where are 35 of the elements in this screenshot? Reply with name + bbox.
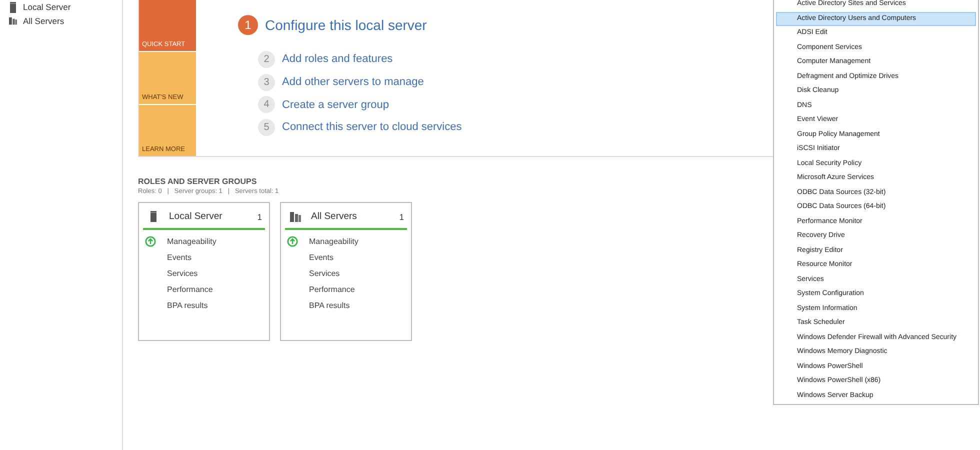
servers-icon [290,212,301,222]
server-count: 1 [399,212,404,222]
section-title: ROLES AND SERVER GROUPS [138,177,257,186]
tile-link[interactable]: Events [309,253,334,262]
server-icon [9,2,17,12]
tile-title: Local Server [169,211,224,222]
tile-link[interactable]: Manageability [167,237,216,246]
up-arrow-icon [145,236,156,248]
server-count: 1 [257,212,262,222]
step-link[interactable]: Configure this local server [265,17,427,33]
step-number: 1 [238,15,258,35]
step-number: 3 [258,74,275,91]
server-group-tile[interactable]: Local Server 1 Manageability Events Services Performance BPA results [138,202,270,341]
sidebar-item[interactable]: All Servers [23,16,64,26]
up-arrow-icon [287,236,298,248]
tile-link[interactable]: Services [167,268,198,278]
tile-link[interactable]: Manageability [309,237,358,246]
tile-link[interactable]: BPA results [309,300,350,310]
tile-link[interactable]: BPA results [167,300,208,310]
step-number: 4 [258,96,275,114]
step-link[interactable]: Add roles and features [282,53,393,66]
tile-link[interactable]: Events [167,253,192,262]
server-icon [148,211,159,222]
sidebar-item[interactable]: Local Server [23,2,71,12]
tile-link[interactable]: Performance [309,284,355,294]
servers-icon [9,16,17,26]
step-link[interactable]: Create a server group [282,98,389,111]
server-group-tile[interactable]: All Servers 1 Manageability Events Services Performance BPA results [280,202,412,341]
step-number: 2 [258,50,275,68]
tile-title: All Servers [311,211,358,222]
step-link[interactable]: Add other servers to manage [282,76,424,88]
step-number: 5 [258,118,275,136]
tile-link[interactable]: Services [309,268,340,278]
tile-link[interactable]: Performance [167,284,213,294]
step-link[interactable]: Connect this server to cloud services [282,121,462,134]
